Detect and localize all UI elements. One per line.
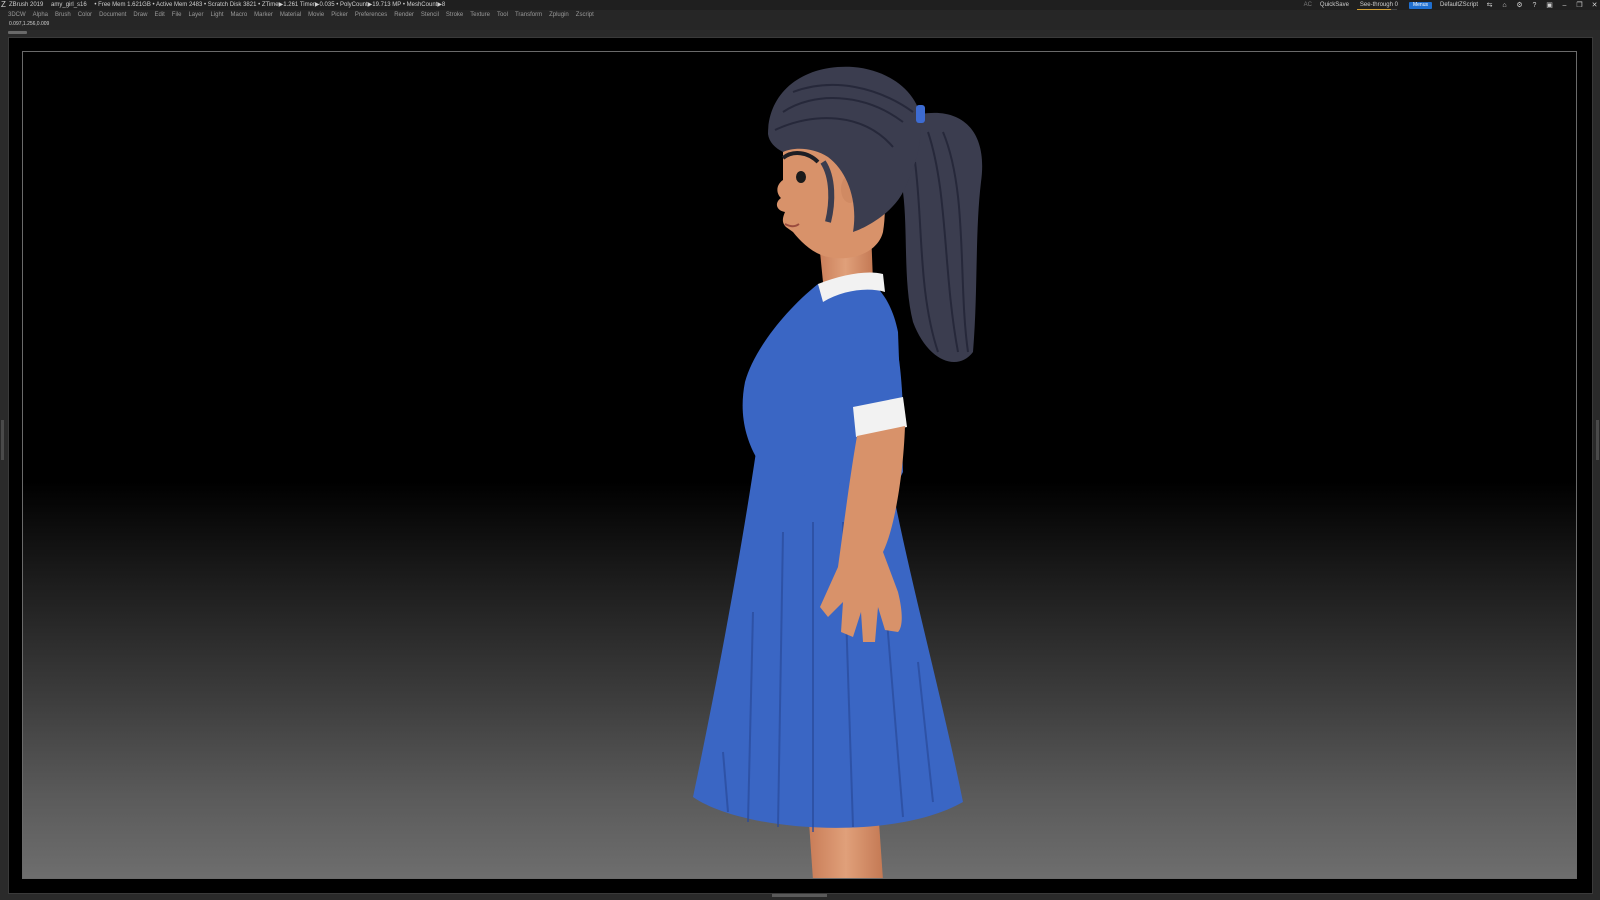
menu-layer[interactable]: Layer — [188, 10, 203, 20]
info-line: 0.097,1.256,0.009 — [0, 20, 1600, 30]
see-through-value: 0 — [1394, 2, 1398, 8]
legs — [809, 822, 883, 878]
see-through-label: See-through — [1359, 2, 1393, 8]
default-zscript-button[interactable]: DefaultZScript — [1440, 0, 1478, 10]
right-tray-handle[interactable] — [1596, 420, 1599, 460]
menu-alpha[interactable]: Alpha — [33, 10, 48, 20]
bottom-tray-handle[interactable] — [772, 894, 827, 897]
ac-button[interactable]: AC — [1304, 0, 1312, 10]
eye — [796, 171, 806, 183]
menu-transform[interactable]: Transform — [515, 10, 542, 20]
viewport-canvas[interactable] — [22, 51, 1577, 879]
left-tray-handle[interactable] — [1, 420, 4, 460]
menu-file[interactable]: File — [172, 10, 182, 20]
menu-picker[interactable]: Picker — [331, 10, 348, 20]
menu-macro[interactable]: Macro — [230, 10, 247, 20]
menu-light[interactable]: Light — [210, 10, 223, 20]
menu-preferences[interactable]: Preferences — [355, 10, 387, 20]
menu-zscript[interactable]: Zscript — [576, 10, 594, 20]
menu-marker[interactable]: Marker — [254, 10, 273, 20]
minimize-icon[interactable]: – — [1561, 2, 1568, 9]
menu-tool[interactable]: Tool — [497, 10, 508, 20]
title-bar: Z ZBrush 2019 amy_girl_s16 • Free Mem 1.… — [0, 0, 1600, 10]
menu-items: 3DCW Alpha Brush Color Document Draw Edit File L… — [8, 10, 594, 20]
hair-tie — [916, 105, 925, 123]
menu-bar: 3DCW Alpha Brush Color Document Draw Edit File L… — [0, 10, 1600, 20]
ui-icon[interactable]: ⌂ — [1501, 2, 1508, 9]
menu-stencil[interactable]: Stencil — [421, 10, 439, 20]
close-icon[interactable]: ✕ — [1591, 2, 1598, 9]
menu-render[interactable]: Render — [394, 10, 414, 20]
menu-edit[interactable]: Edit — [154, 10, 164, 20]
app-name: ZBrush 2019 — [9, 2, 44, 8]
title-info: ZBrush 2019 amy_girl_s16 • Free Mem 1.62… — [9, 0, 451, 10]
lock-icon[interactable]: ▣ — [1546, 2, 1553, 9]
document-frame — [8, 37, 1593, 894]
gear-icon[interactable]: ⚙ — [1516, 2, 1523, 9]
menu-material[interactable]: Material — [280, 10, 301, 20]
menu-color[interactable]: Color — [78, 10, 92, 20]
menu-stroke[interactable]: Stroke — [446, 10, 463, 20]
zbrush-logo-icon: Z — [1, 0, 6, 9]
dress-skirt — [693, 452, 963, 828]
menus-toggle[interactable]: Menus — [1408, 1, 1432, 9]
menu-3dcw[interactable]: 3DCW — [8, 10, 26, 20]
menu-zplugin[interactable]: Zplugin — [549, 10, 569, 20]
menu-texture[interactable]: Texture — [470, 10, 490, 20]
layout-icon[interactable]: ⇆ — [1486, 2, 1493, 9]
menu-document[interactable]: Document — [99, 10, 126, 20]
menu-brush[interactable]: Brush — [55, 10, 71, 20]
model-render — [693, 66, 983, 878]
see-through-slider[interactable]: See-through 0 — [1356, 0, 1401, 10]
menu-draw[interactable]: Draw — [133, 10, 147, 20]
restore-icon[interactable]: ❐ — [1576, 2, 1583, 9]
title-right-controls: AC QuickSave See-through 0 Menus Default… — [1304, 0, 1598, 10]
memory-stats: • Free Mem 1.621GB • Active Mem 2483 • S… — [94, 2, 446, 8]
file-name: amy_girl_s16 — [51, 2, 87, 8]
help-icon[interactable]: ? — [1531, 2, 1538, 9]
menu-movie[interactable]: Movie — [308, 10, 324, 20]
quicksave-button[interactable]: QuickSave — [1320, 0, 1349, 10]
tray-handle[interactable] — [8, 31, 27, 34]
coordinate-readout: 0.097,1.256,0.009 — [9, 21, 50, 27]
